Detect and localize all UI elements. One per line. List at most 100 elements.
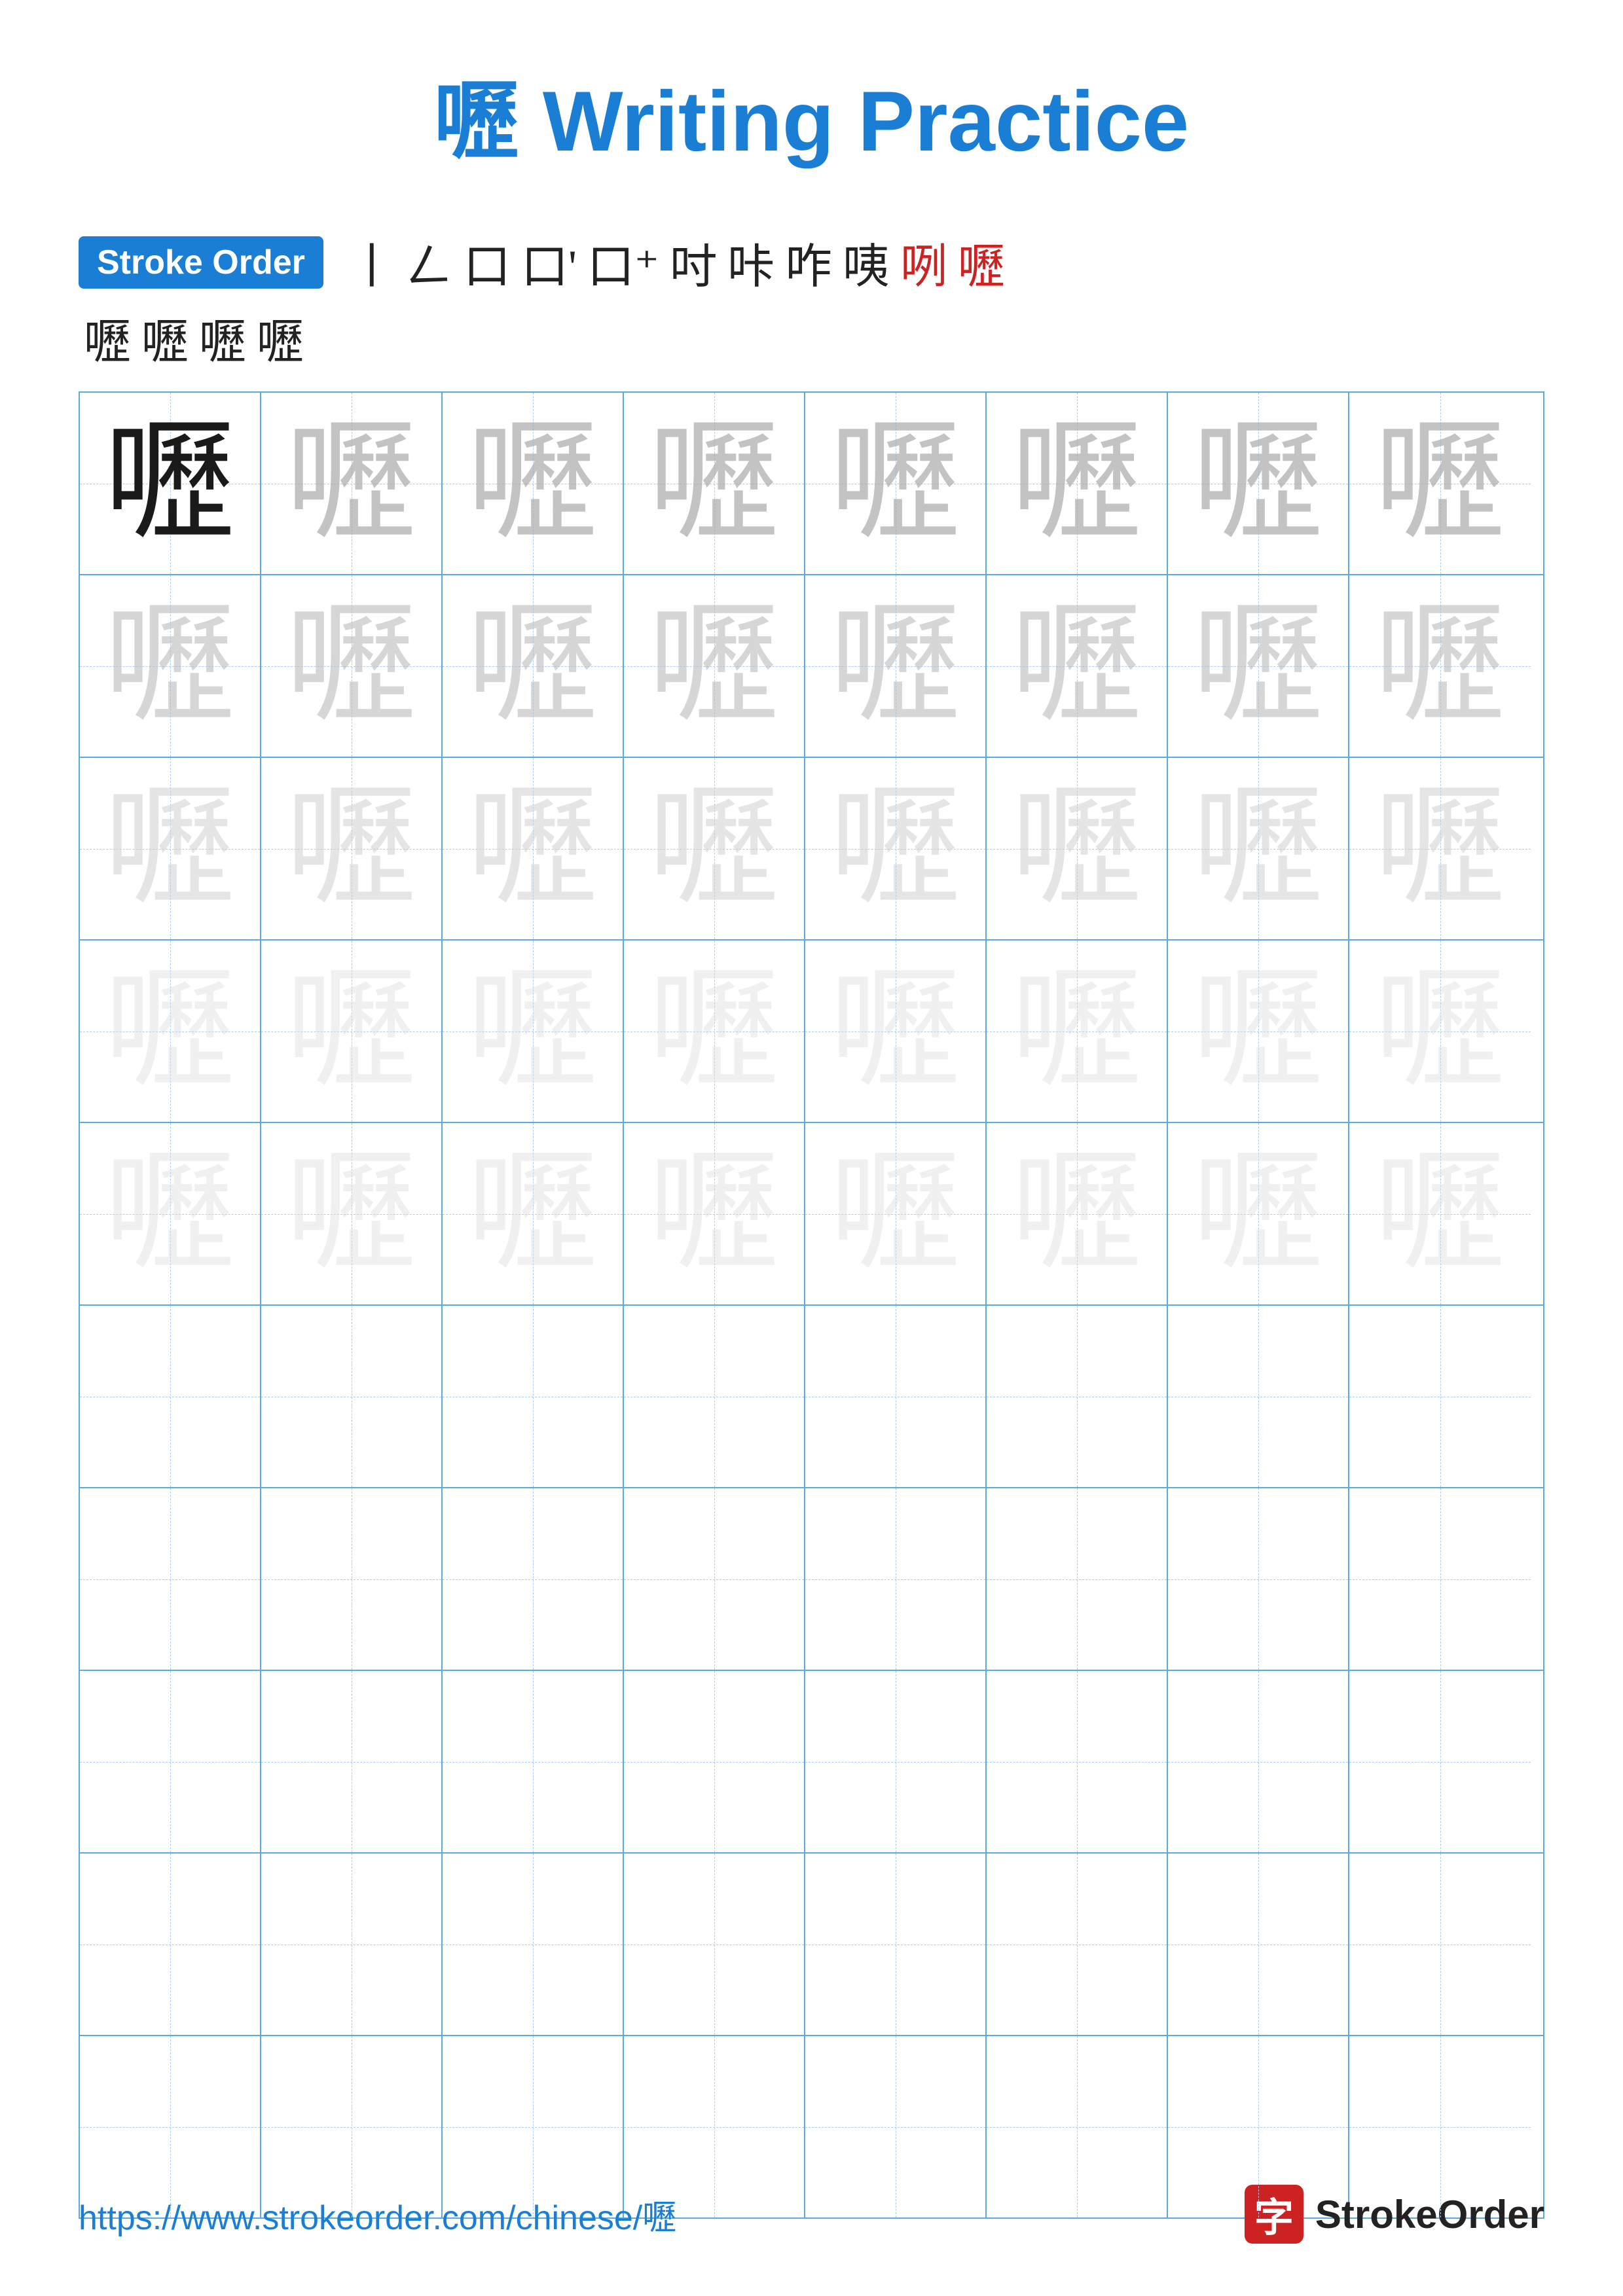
grid-cell bbox=[1168, 1854, 1349, 2035]
cell-character: 嚦 bbox=[1374, 418, 1505, 549]
cell-character: 嚦 bbox=[648, 966, 779, 1097]
grid-cell: 嚦 bbox=[1349, 575, 1531, 757]
grid-cell bbox=[1349, 1488, 1531, 1670]
grid-cell: 嚦 bbox=[80, 575, 261, 757]
stroke-s2: 𠃋 bbox=[406, 228, 453, 296]
grid-cell: 嚦 bbox=[1168, 758, 1349, 939]
footer-brand: 字 StrokeOrder bbox=[1245, 2185, 1544, 2244]
grid-cell: 嚦 bbox=[1168, 575, 1349, 757]
cell-character: 嚦 bbox=[830, 1149, 960, 1280]
stroke-s9: 咦 bbox=[843, 228, 890, 296]
grid-cell bbox=[624, 1488, 805, 1670]
grid-cell: 嚦 bbox=[261, 758, 443, 939]
stroke-s8: 咋 bbox=[785, 228, 832, 296]
grid-cell bbox=[80, 1306, 261, 1487]
grid-cell: 嚦 bbox=[987, 941, 1168, 1122]
cell-character: 嚦 bbox=[648, 783, 779, 914]
grid-cell: 嚦 bbox=[1349, 393, 1531, 574]
grid-row: 嚦嚦嚦嚦嚦嚦嚦嚦 bbox=[80, 575, 1543, 758]
grid-row: 嚦嚦嚦嚦嚦嚦嚦嚦 bbox=[80, 393, 1543, 575]
grid-cell bbox=[987, 1854, 1168, 2035]
grid-cell: 嚦 bbox=[624, 941, 805, 1122]
cell-character: 嚦 bbox=[830, 601, 960, 732]
grid-row: 嚦嚦嚦嚦嚦嚦嚦嚦 bbox=[80, 941, 1543, 1123]
grid-cell bbox=[805, 1671, 987, 1852]
stroke-s15: 嚦 bbox=[257, 303, 304, 372]
grid-cell: 嚦 bbox=[987, 393, 1168, 574]
cell-character: 嚦 bbox=[104, 418, 235, 549]
grid-cell: 嚦 bbox=[80, 941, 261, 1122]
grid-cell bbox=[624, 1306, 805, 1487]
cell-character: 嚦 bbox=[1374, 783, 1505, 914]
cell-character: 嚦 bbox=[467, 783, 598, 914]
page: 嚦 Writing Practice Stroke Order 丨 𠃋 口 口'… bbox=[0, 0, 1623, 2296]
stroke-s1: 丨 bbox=[348, 228, 395, 296]
grid-cell: 嚦 bbox=[624, 1123, 805, 1304]
cell-character: 嚦 bbox=[104, 966, 235, 1097]
cell-character: 嚦 bbox=[648, 418, 779, 549]
cell-character: 嚦 bbox=[104, 783, 235, 914]
grid-cell bbox=[1349, 1854, 1531, 2035]
grid-cell bbox=[443, 1306, 624, 1487]
grid-cell bbox=[805, 1488, 987, 1670]
grid-row: 嚦嚦嚦嚦嚦嚦嚦嚦 bbox=[80, 1123, 1543, 1306]
grid-cell: 嚦 bbox=[987, 758, 1168, 939]
grid-cell: 嚦 bbox=[1349, 758, 1531, 939]
grid-cell: 嚦 bbox=[80, 1123, 261, 1304]
grid-cell bbox=[443, 1488, 624, 1670]
stroke-s10: 咧 bbox=[900, 228, 947, 296]
grid-cell bbox=[1349, 1306, 1531, 1487]
grid-row bbox=[80, 1854, 1543, 2036]
grid-cell: 嚦 bbox=[1168, 1123, 1349, 1304]
stroke-s12: 嚦 bbox=[84, 303, 131, 372]
stroke-order-section: Stroke Order 丨 𠃋 口 口' 口⁺ 吋 咔 咋 咦 咧 嚦 嚦 嚦… bbox=[79, 228, 1544, 372]
grid-row: 嚦嚦嚦嚦嚦嚦嚦嚦 bbox=[80, 758, 1543, 941]
grid-cell: 嚦 bbox=[1168, 941, 1349, 1122]
practice-grid: 嚦嚦嚦嚦嚦嚦嚦嚦嚦嚦嚦嚦嚦嚦嚦嚦嚦嚦嚦嚦嚦嚦嚦嚦嚦嚦嚦嚦嚦嚦嚦嚦嚦嚦嚦嚦嚦嚦嚦嚦 bbox=[79, 391, 1544, 2219]
stroke-s14: 嚦 bbox=[199, 303, 246, 372]
grid-cell bbox=[805, 1854, 987, 2035]
cell-character: 嚦 bbox=[467, 601, 598, 732]
grid-cell bbox=[987, 1306, 1168, 1487]
grid-cell bbox=[261, 1306, 443, 1487]
cell-character: 嚦 bbox=[285, 783, 416, 914]
cell-character: 嚦 bbox=[1374, 1149, 1505, 1280]
grid-cell: 嚦 bbox=[80, 758, 261, 939]
title-char: 嚦 Writing Practice bbox=[434, 73, 1189, 169]
grid-cell bbox=[1168, 1306, 1349, 1487]
stroke-order-line2: 嚦 嚦 嚦 嚦 bbox=[79, 303, 1544, 372]
cell-character: 嚦 bbox=[1192, 418, 1323, 549]
grid-cell bbox=[805, 1306, 987, 1487]
cell-character: 嚦 bbox=[285, 418, 416, 549]
cell-character: 嚦 bbox=[648, 1149, 779, 1280]
cell-character: 嚦 bbox=[1374, 601, 1505, 732]
cell-character: 嚦 bbox=[1011, 1149, 1142, 1280]
cell-character: 嚦 bbox=[285, 966, 416, 1097]
stroke-s13: 嚦 bbox=[141, 303, 189, 372]
grid-row bbox=[80, 1306, 1543, 1488]
grid-cell bbox=[443, 1671, 624, 1852]
page-title: 嚦 Writing Practice bbox=[79, 52, 1544, 175]
stroke-s11: 嚦 bbox=[958, 228, 1005, 296]
cell-character: 嚦 bbox=[1011, 783, 1142, 914]
grid-cell: 嚦 bbox=[1168, 393, 1349, 574]
stroke-order-badge: Stroke Order bbox=[79, 236, 323, 289]
cell-character: 嚦 bbox=[1374, 966, 1505, 1097]
cell-character: 嚦 bbox=[1192, 783, 1323, 914]
cell-character: 嚦 bbox=[830, 783, 960, 914]
grid-cell bbox=[987, 1671, 1168, 1852]
cell-character: 嚦 bbox=[1011, 966, 1142, 1097]
cell-character: 嚦 bbox=[104, 1149, 235, 1280]
brand-icon: 字 bbox=[1245, 2185, 1304, 2244]
grid-cell: 嚦 bbox=[805, 1123, 987, 1304]
cell-character: 嚦 bbox=[830, 418, 960, 549]
grid-cell bbox=[80, 1671, 261, 1852]
cell-character: 嚦 bbox=[1192, 966, 1323, 1097]
grid-cell bbox=[261, 1488, 443, 1670]
stroke-s7: 咔 bbox=[727, 228, 775, 296]
grid-cell: 嚦 bbox=[805, 393, 987, 574]
grid-cell: 嚦 bbox=[805, 575, 987, 757]
stroke-order-line1: Stroke Order 丨 𠃋 口 口' 口⁺ 吋 咔 咋 咦 咧 嚦 bbox=[79, 228, 1544, 296]
grid-cell: 嚦 bbox=[1349, 1123, 1531, 1304]
grid-cell: 嚦 bbox=[624, 393, 805, 574]
